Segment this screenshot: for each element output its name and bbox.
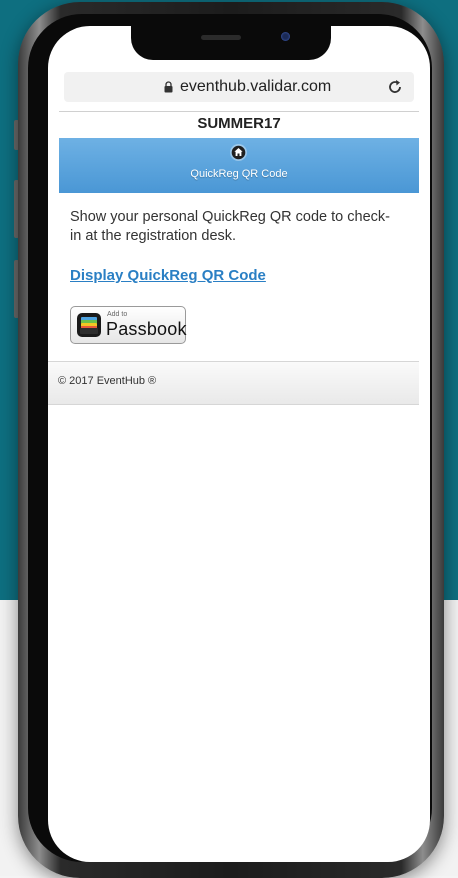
event-title: SUMMER17	[197, 115, 281, 132]
address-bar[interactable]: eventhub.validar.com	[64, 72, 414, 102]
banner-label: QuickReg QR Code	[190, 168, 288, 180]
passbook-label: Passbook	[106, 319, 187, 339]
camera-icon	[281, 32, 290, 41]
add-to-passbook-button[interactable]: Add to Passbook	[70, 306, 186, 344]
phone-notch	[131, 26, 331, 60]
description-text: Show your personal QuickReg QR code to c…	[70, 209, 390, 244]
passbook-small-label: Add to	[107, 311, 128, 318]
passbook-icon	[77, 313, 101, 337]
lock-icon	[164, 81, 173, 93]
url-text[interactable]: eventhub.validar.com	[180, 77, 331, 97]
footer-copyright: © 2017 EventHub ®	[58, 375, 157, 387]
home-icon[interactable]	[230, 144, 247, 161]
footer: © 2017 EventHub ®	[48, 361, 419, 405]
phone-screen: eventhub.validar.com SUMMER17 QuickReg Q…	[48, 26, 430, 862]
display-qr-code-link[interactable]: Display QuickReg QR Code	[70, 267, 266, 284]
header-divider	[59, 111, 419, 112]
phone-speaker	[201, 35, 241, 40]
nav-banner: QuickReg QR Code	[59, 138, 419, 193]
reload-icon[interactable]	[386, 78, 404, 96]
